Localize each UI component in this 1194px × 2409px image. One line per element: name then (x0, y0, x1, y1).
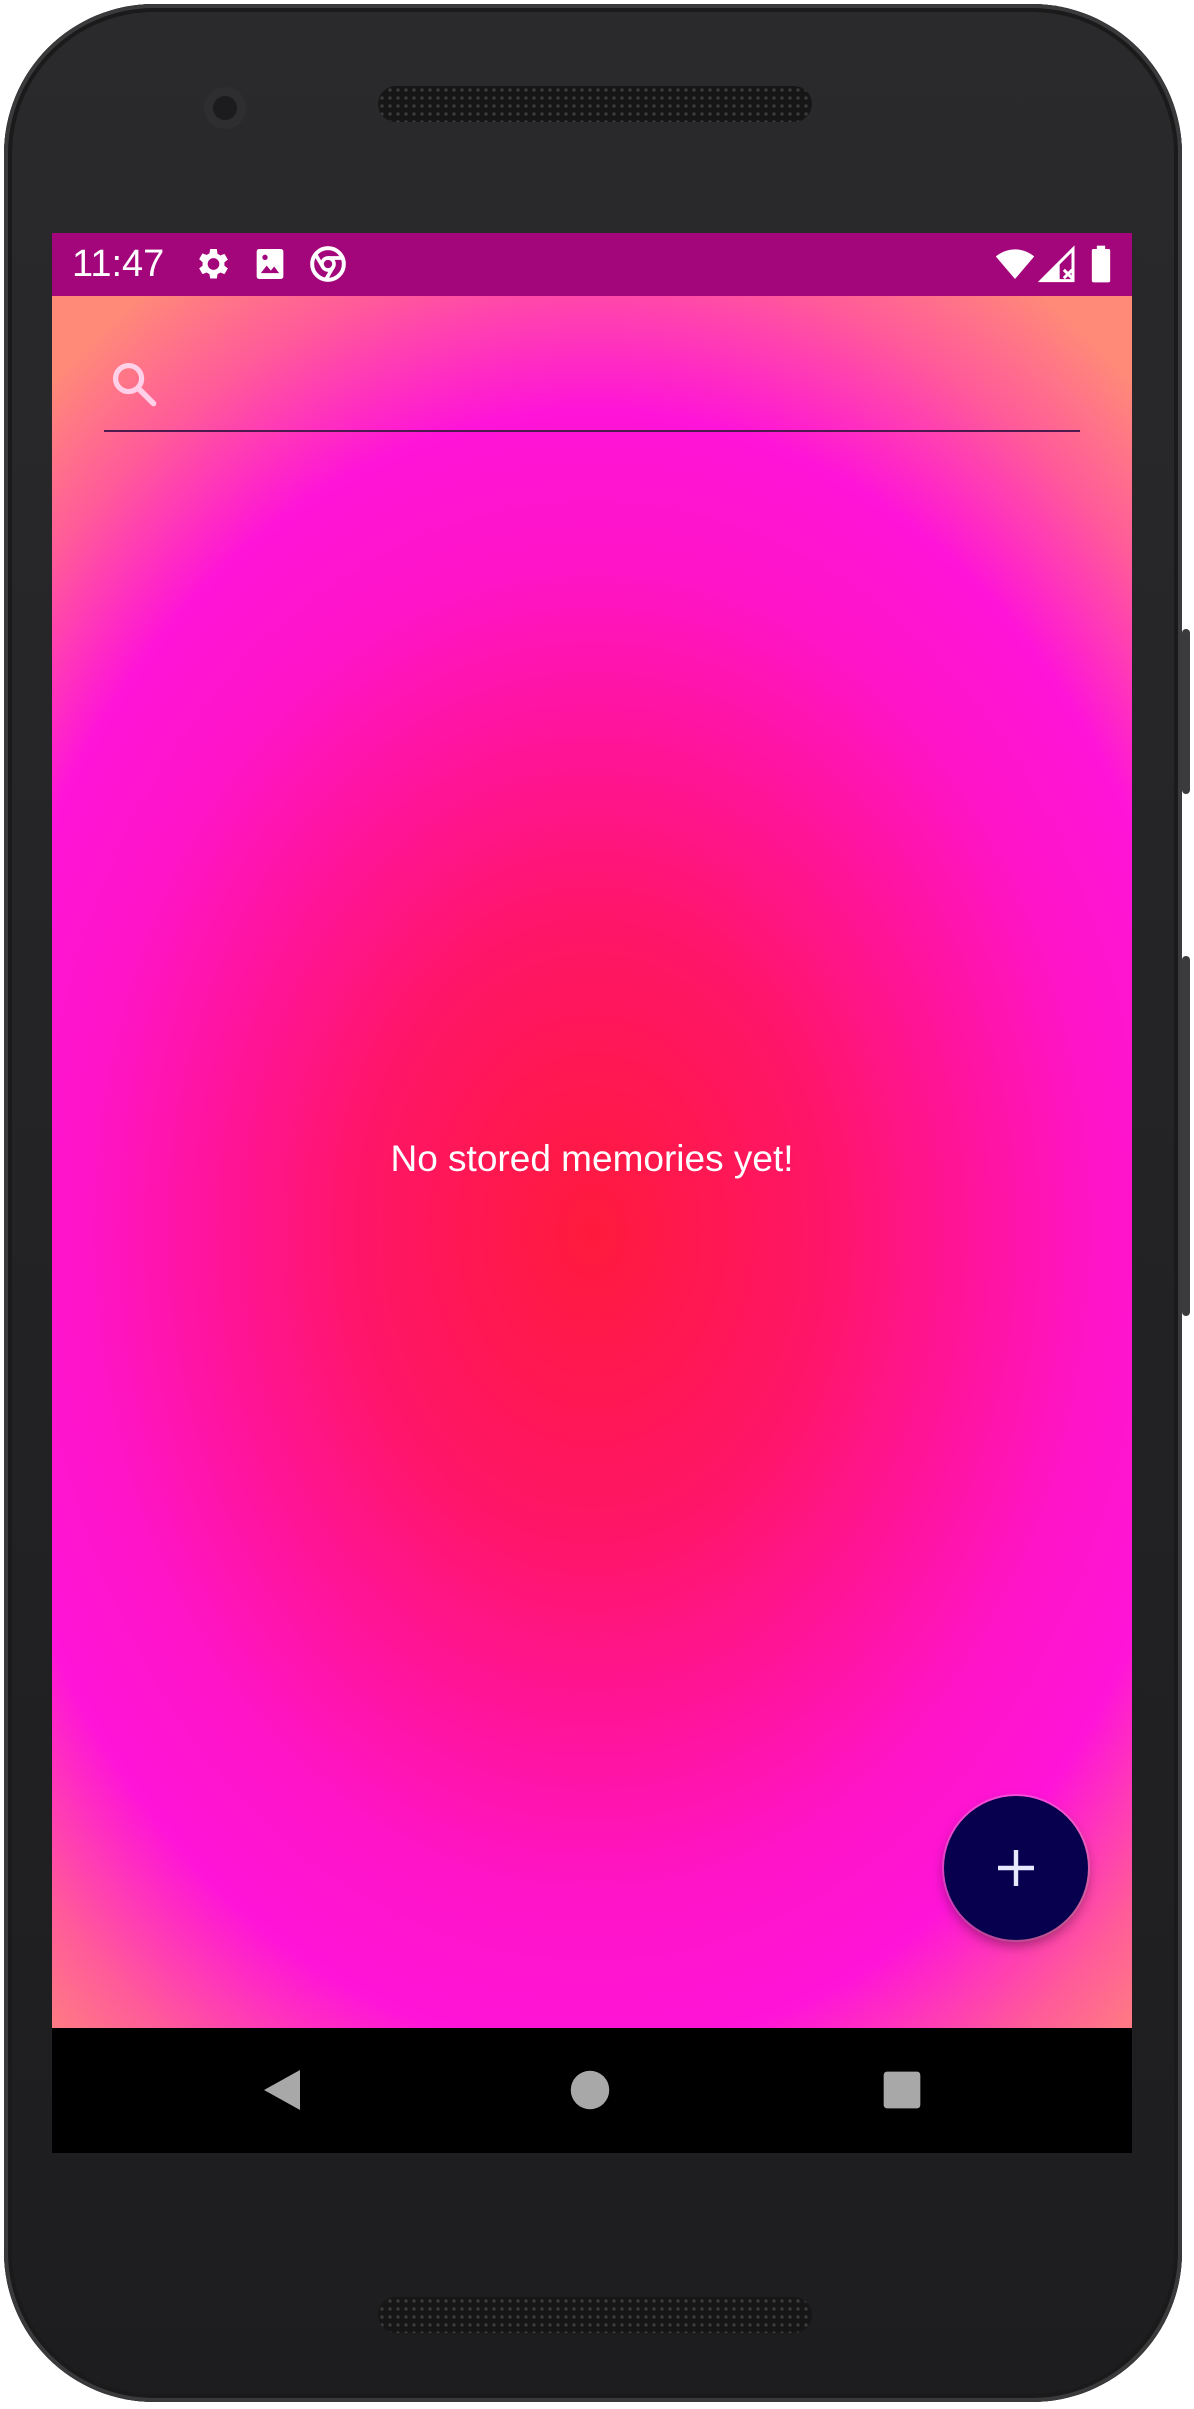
search-bar[interactable] (104, 348, 1080, 432)
home-button[interactable] (558, 2058, 622, 2122)
memories-screen: No stored memories yet! (52, 296, 1132, 2028)
back-button[interactable] (250, 2058, 314, 2122)
bottom-speaker (378, 2297, 812, 2333)
empty-state-message: No stored memories yet! (390, 1138, 794, 1179)
battery-icon (1091, 245, 1111, 283)
plus-icon (998, 1850, 1034, 1886)
status-bar: 11:47 (52, 233, 1132, 296)
navigation-bar (52, 2028, 1132, 2153)
recents-icon (883, 2071, 921, 2109)
wifi-icon (995, 249, 1035, 279)
search-input[interactable] (184, 358, 1068, 420)
cell-signal-icon (1038, 245, 1075, 283)
recents-button[interactable] (870, 2058, 934, 2122)
home-icon (570, 2070, 610, 2110)
top-speaker (378, 86, 812, 122)
settings-icon (199, 249, 228, 279)
search-icon (112, 362, 157, 407)
volume-button (1182, 956, 1190, 1316)
front-camera (204, 87, 246, 129)
chrome-icon (310, 246, 346, 282)
screen: 11:47 No stored memories yet! (52, 233, 1132, 2153)
back-icon (264, 2070, 300, 2110)
image-icon (256, 249, 284, 279)
status-time: 11:47 (72, 243, 165, 285)
add-memory-button[interactable] (944, 1796, 1088, 1940)
power-button (1182, 629, 1190, 794)
